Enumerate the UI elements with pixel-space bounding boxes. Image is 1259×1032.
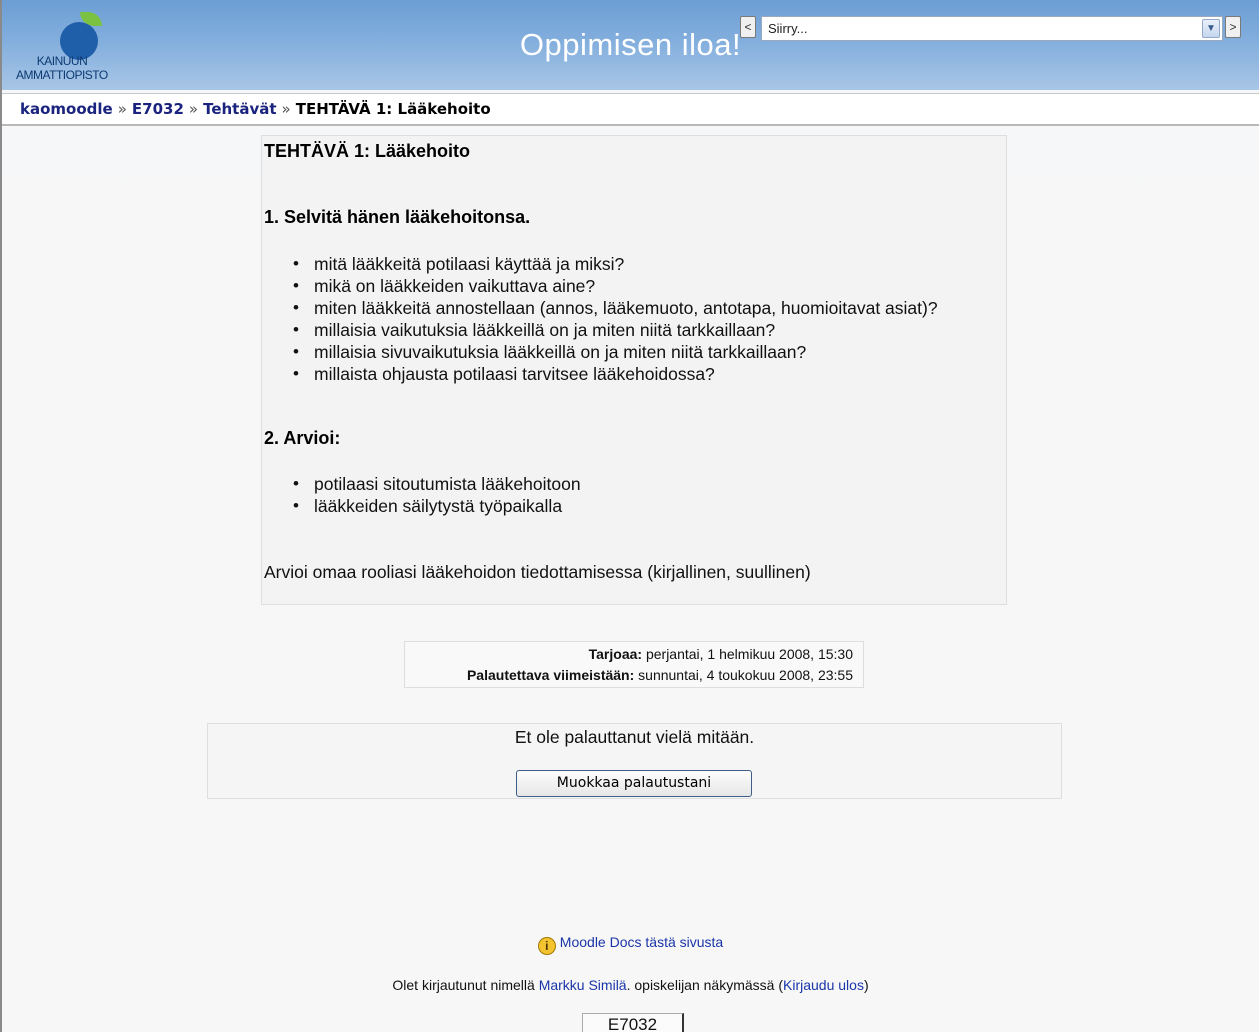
- user-profile-link[interactable]: Markku Similä: [539, 977, 627, 993]
- list-item: millaista ohjausta potilaasi tarvitsee l…: [292, 363, 938, 385]
- breadcrumb-current: TEHTÄVÄ 1: Lääkehoito: [295, 100, 491, 118]
- logout-link[interactable]: Kirjaudu ulos: [783, 977, 864, 993]
- list-item: lääkkeiden säilytystä työpaikalla: [292, 495, 581, 517]
- list-item: millaisia sivuvaikutuksia lääkkeillä on …: [292, 341, 938, 363]
- login-suffix: ): [863, 977, 869, 993]
- list-item: potilaasi sitoutumista lääkehoitoon: [292, 473, 581, 495]
- edit-submission-button[interactable]: Muokkaa palautustani: [516, 770, 752, 797]
- moodle-docs-link[interactable]: Moodle Docs tästä sivusta: [560, 934, 723, 950]
- list-item: mikä on lääkkeiden vaikuttava aine?: [292, 275, 938, 297]
- list-item: miten lääkkeitä annostellaan (annos, lää…: [292, 297, 938, 319]
- info-icon: i: [537, 937, 556, 955]
- task-list: mitä lääkkeitä potilaasi käyttää ja miks…: [292, 253, 938, 385]
- page-header: KAINUUN AMMATTIOPISTO Oppimisen iloa! < …: [2, 0, 1259, 90]
- jump-to-select[interactable]: Siirry... ▼: [761, 16, 1223, 41]
- jump-prev-button[interactable]: <: [740, 16, 756, 38]
- login-info: Olet kirjautunut nimellä Markku Similä. …: [2, 977, 1259, 993]
- logo-text-line2: AMMATTIOPISTO: [16, 68, 108, 82]
- login-prefix: Olet kirjautunut nimellä: [392, 977, 535, 993]
- breadcrumb-link-assignments[interactable]: Tehtävät: [203, 100, 276, 118]
- breadcrumb-separator: »: [188, 100, 199, 118]
- page: KAINUUN AMMATTIOPISTO Oppimisen iloa! < …: [0, 0, 1259, 1032]
- breadcrumb-separator: »: [117, 100, 127, 118]
- assignment-title: TEHTÄVÄ 1: Lääkehoito: [264, 141, 471, 161]
- due-date-row: Palautettava viimeistään: sunnuntai, 4 t…: [467, 667, 853, 683]
- due-label: Palautettava viimeistään:: [466, 667, 635, 683]
- section-heading: 2. Arvioi:: [264, 428, 341, 448]
- dates-table: Tarjoaa: perjantai, 1 helmikuu 2008, 15:…: [404, 641, 864, 688]
- jump-to-select-value: Siirry...: [768, 21, 808, 36]
- list-item: millaisia vaikutuksia lääkkeillä on ja m…: [292, 319, 938, 341]
- list-item: mitä lääkkeitä potilaasi käyttää ja miks…: [292, 253, 938, 275]
- submission-status: Et ole palauttanut vielä mitään.: [514, 727, 755, 747]
- section-heading: 1. Selvitä hänen lääkehoitonsa.: [264, 207, 531, 227]
- task-list: potilaasi sitoutumista lääkehoitoon lääk…: [292, 473, 581, 517]
- available-label: Tarjoaa:: [588, 646, 643, 662]
- submission-box: Et ole palauttanut vielä mitään. Muokkaa…: [207, 723, 1062, 799]
- breadcrumb-link-home[interactable]: kaomoodle: [20, 100, 113, 118]
- breadcrumb-link-course[interactable]: E7032: [132, 100, 184, 118]
- due-value: sunnuntai, 4 toukokuu 2008, 23:55: [638, 667, 853, 683]
- chevron-down-icon[interactable]: ▼: [1202, 19, 1220, 38]
- breadcrumb-separator: »: [281, 100, 291, 118]
- moodle-docs-link-row: i Moodle Docs tästä sivusta: [2, 934, 1259, 955]
- available-date-row: Tarjoaa: perjantai, 1 helmikuu 2008, 15:…: [589, 646, 853, 662]
- course-home-button[interactable]: E7032: [582, 1013, 684, 1032]
- jump-next-button[interactable]: >: [1225, 16, 1241, 38]
- breadcrumb: kaomoodle» E7032» Tehtävät» TEHTÄVÄ 1: Lääk…: [2, 93, 1259, 126]
- login-middle: . opiskelijan näkymässä (: [626, 977, 783, 993]
- available-value: perjantai, 1 helmikuu 2008, 15:30: [645, 646, 853, 662]
- assignment-description: TEHTÄVÄ 1: Lääkehoito 1. Selvitä hänen l…: [261, 135, 1007, 605]
- assignment-footer-text: Arvioi omaa rooliasi lääkehoidon tiedott…: [264, 562, 811, 582]
